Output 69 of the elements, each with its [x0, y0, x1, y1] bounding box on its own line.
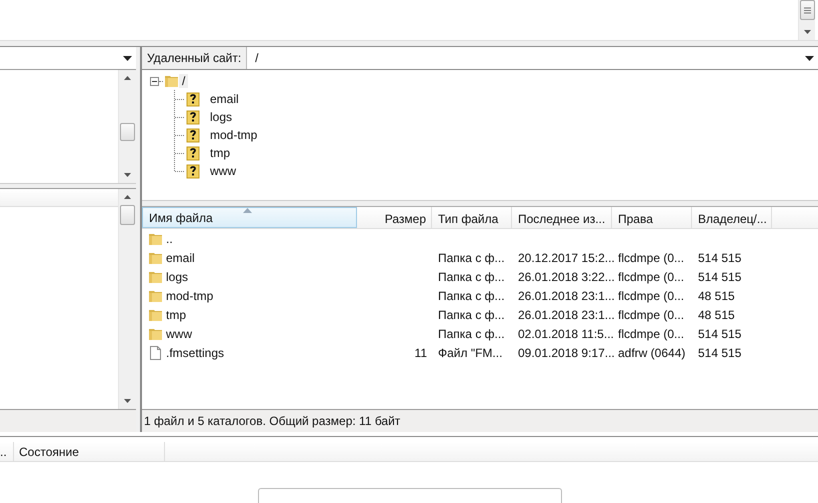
tree-item[interactable]: mod-tmp: [207, 128, 260, 142]
table-cell: 26.01.2018 3:22...: [518, 270, 615, 284]
table-cell: Папка с ф...: [438, 308, 505, 322]
table-cell: 09.01.2018 9:17...: [518, 346, 615, 360]
file-name[interactable]: .fmsettings: [166, 346, 224, 360]
table-cell: 514 515: [698, 250, 742, 264]
scrollbar[interactable]: [118, 189, 136, 409]
dropdown-icon: [123, 56, 132, 60]
table-cell: 11: [414, 346, 427, 360]
file-name[interactable]: tmp: [166, 308, 186, 322]
table-cell: 514 515: [698, 270, 742, 284]
table-cell: flcdmpe (0...: [618, 308, 684, 322]
table-cell: flcdmpe (0...: [618, 250, 684, 264]
table-cell: Папка с ф...: [438, 326, 505, 340]
file-name[interactable]: www: [166, 326, 192, 340]
table-cell: 20.12.2017 15:2...: [518, 250, 615, 264]
folder-icon: [164, 73, 179, 89]
table-cell: 514 515: [698, 326, 742, 340]
scroll-thumb[interactable]: [120, 122, 135, 140]
table-cell: Папка с ф...: [438, 270, 505, 284]
scroll-down-icon: [123, 172, 132, 178]
table-cell: flcdmpe (0...: [618, 270, 684, 284]
scrollbar[interactable]: [118, 70, 136, 183]
column-header[interactable]: Имя файла: [142, 207, 357, 228]
table-cell: adfrw (0644): [618, 346, 686, 360]
column-header[interactable]: Последнее из...: [512, 207, 612, 228]
table-cell: 514 515: [698, 346, 742, 360]
column-header[interactable]: ..: [0, 442, 14, 461]
file-name[interactable]: email: [166, 250, 195, 264]
table-cell: Папка с ф...: [438, 288, 505, 302]
table-cell: 48 515: [698, 288, 735, 302]
unknown-folder-icon: [185, 162, 201, 180]
table-cell: 48 515: [698, 308, 735, 322]
column-header[interactable]: Владелец/...: [692, 207, 772, 228]
table-cell: flcdmpe (0...: [618, 288, 684, 302]
tree-item[interactable]: email: [207, 92, 242, 106]
table-cell: Файл "FM...: [438, 346, 502, 360]
file-name[interactable]: logs: [166, 270, 188, 284]
file-icon: [148, 344, 163, 360]
table-cell: 26.01.2018 23:1...: [518, 288, 615, 302]
unknown-folder-icon: [185, 90, 201, 108]
table-cell: Папка с ф...: [438, 250, 505, 264]
unknown-folder-icon: [185, 126, 201, 144]
table-cell: 26.01.2018 23:1...: [518, 308, 615, 322]
scrollbar[interactable]: [798, 0, 815, 40]
tree-item[interactable]: /: [179, 74, 188, 88]
file-name[interactable]: ..: [166, 232, 173, 246]
table-cell: flcdmpe (0...: [618, 326, 684, 340]
grip-icon: [804, 6, 810, 14]
dropdown-icon: [805, 56, 814, 60]
column-header[interactable]: Состояние: [14, 442, 165, 461]
remote-site-label: Удаленный сайт:: [142, 47, 248, 69]
scroll-up-icon: [123, 194, 132, 200]
scroll-thumb[interactable]: [800, 0, 814, 20]
column-header[interactable]: Права: [612, 207, 692, 228]
scroll-thumb[interactable]: [120, 205, 135, 225]
tree-item[interactable]: tmp: [207, 146, 234, 160]
table-cell: 02.01.2018 11:5...: [518, 326, 614, 340]
tree-item[interactable]: logs: [207, 110, 236, 124]
tree-item[interactable]: www: [207, 164, 239, 178]
unknown-folder-icon: [185, 144, 201, 162]
unknown-folder-icon: [185, 108, 201, 126]
scroll-up-icon: [123, 75, 132, 81]
status-text: 1 файл и 5 каталогов. Общий размер: 11 байт: [144, 414, 400, 428]
file-name[interactable]: mod-tmp: [166, 288, 214, 302]
scroll-down-icon: [123, 398, 132, 404]
column-header[interactable]: Размер: [357, 207, 432, 228]
column-header[interactable]: Тип файла: [432, 207, 512, 228]
scroll-down-icon: [802, 29, 812, 35]
